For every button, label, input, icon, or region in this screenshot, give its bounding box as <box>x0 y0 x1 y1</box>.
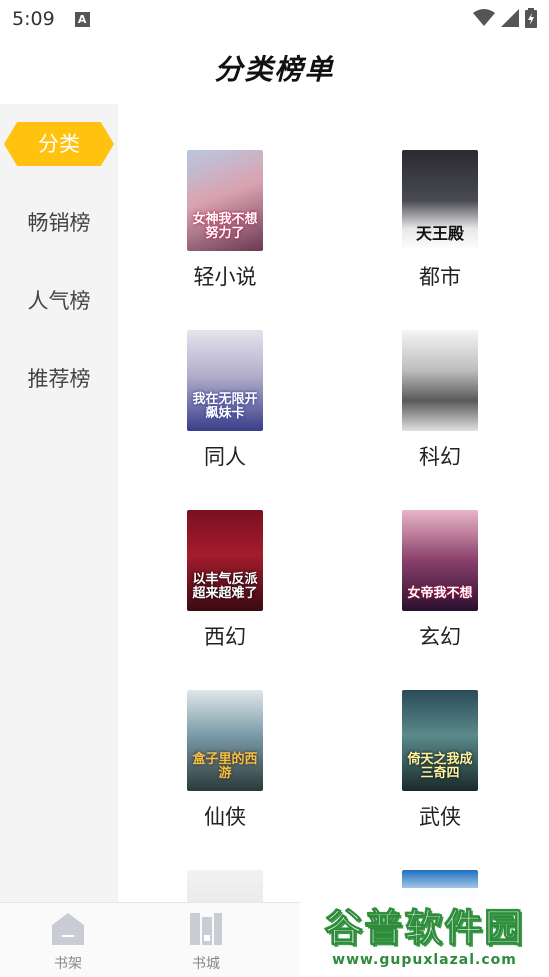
book-cover: 以丰气反派超来超难了 <box>187 510 263 611</box>
cover-title: 倚天之我成三奇四 <box>407 752 473 781</box>
book-cover: 倚天之我成三奇四 <box>402 690 478 791</box>
status-bar: 5:09 A <box>0 0 549 38</box>
battery-icon <box>525 8 537 28</box>
wifi-icon <box>473 9 495 26</box>
sidebar-item-recommended[interactable]: 推荐榜 <box>0 363 118 393</box>
watermark-logo-text: 谷普软件园 <box>324 906 525 951</box>
category-card[interactable]: 科幻 <box>370 330 510 471</box>
book-cover: 女帝我不想 <box>402 510 478 611</box>
notification-icon: A <box>74 11 90 27</box>
category-card[interactable]: 我在无限开飙妹卡 同人 <box>155 330 295 471</box>
page-title: 分类榜单 <box>214 53 335 86</box>
cover-title: 我在无限开飙妹卡 <box>192 392 258 421</box>
cover-title: 盒子里的西游 <box>192 752 258 781</box>
category-label: 玄幻 <box>419 625 461 649</box>
category-label: 西幻 <box>204 625 246 649</box>
nav-label: 书城 <box>192 956 220 972</box>
book-cover: 我在无限开飙妹卡 <box>187 330 263 431</box>
nav-bookstore[interactable]: 书城 <box>176 911 236 973</box>
sidebar-item-bestseller[interactable]: 畅销榜 <box>0 207 118 237</box>
category-grid: 女神我不想努力了 轻小说 天王殿 都市 我在无限开飙妹卡 同人 科幻 以丰气反派… <box>118 104 549 902</box>
bookstore-icon <box>190 913 222 945</box>
category-label: 科幻 <box>419 445 461 469</box>
sidebar-item-label: 分类 <box>38 132 80 156</box>
status-icons <box>473 8 537 28</box>
category-card[interactable]: 女神我不想努力了 轻小说 <box>155 150 295 291</box>
cover-title: 以丰气反派超来超难了 <box>192 572 258 601</box>
nav-label: 书架 <box>54 956 82 972</box>
site-watermark: 谷普软件园 www.gupuxlazal.com <box>300 888 549 977</box>
cover-title: 女神我不想努力了 <box>192 212 258 241</box>
category-card[interactable]: 倚天之我成三奇四 武侠 <box>370 690 510 831</box>
sidebar-item-label: 人气榜 <box>27 289 91 313</box>
category-label: 都市 <box>419 265 461 289</box>
category-card[interactable]: 女帝我不想 玄幻 <box>370 510 510 651</box>
category-label: 仙侠 <box>204 805 246 829</box>
sidebar-item-popular[interactable]: 人气榜 <box>0 285 118 315</box>
category-card[interactable]: 天王殿 都市 <box>370 150 510 291</box>
book-cover <box>402 330 478 431</box>
cellular-signal-icon <box>501 9 519 27</box>
sidebar-item-category[interactable]: 分类 <box>4 122 114 166</box>
category-card[interactable] <box>155 870 295 902</box>
watermark-url: www.gupuxlazal.com <box>332 952 517 968</box>
category-label: 同人 <box>204 445 246 469</box>
sidebar-item-label: 畅销榜 <box>27 211 91 235</box>
sidebar-item-label: 推荐榜 <box>27 367 91 391</box>
category-card[interactable]: 盒子里的西游 仙侠 <box>155 690 295 831</box>
category-label: 武侠 <box>419 805 461 829</box>
status-time: 5:09 <box>12 8 55 30</box>
nav-bookshelf[interactable]: 书架 <box>38 911 98 973</box>
category-label: 轻小说 <box>193 265 257 289</box>
book-cover: 盒子里的西游 <box>187 690 263 791</box>
book-cover <box>187 870 263 902</box>
cover-title: 女帝我不想 <box>407 586 473 601</box>
book-cover: 女神我不想努力了 <box>187 150 263 251</box>
category-card[interactable]: 以丰气反派超来超难了 西幻 <box>155 510 295 651</box>
cover-title: 天王殿 <box>415 224 464 243</box>
bookshelf-icon <box>52 913 84 945</box>
sidebar: 分类 畅销榜 人气榜 推荐榜 <box>0 104 118 902</box>
book-cover: 天王殿 <box>402 150 478 251</box>
